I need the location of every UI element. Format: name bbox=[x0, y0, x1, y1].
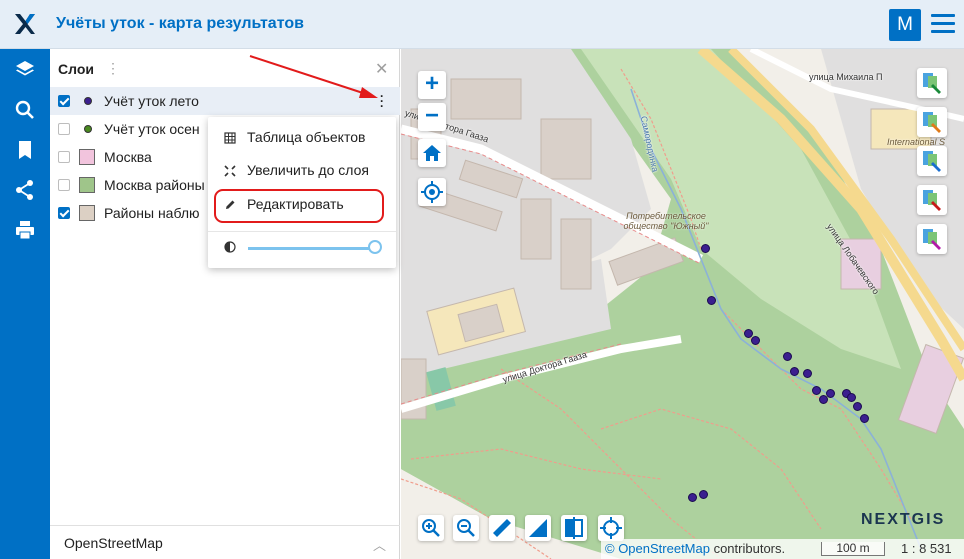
identify-icon bbox=[923, 73, 941, 94]
map-tool-button[interactable] bbox=[917, 68, 947, 98]
polygon-symbol-icon bbox=[79, 149, 95, 165]
layers-panel-header: Слои ⋮ ✕ bbox=[50, 49, 400, 87]
hamburger-menu-icon[interactable] bbox=[931, 14, 955, 34]
opacity-slider-handle[interactable] bbox=[368, 240, 382, 254]
zoom-to-extent-icon bbox=[224, 165, 236, 177]
menu-item-zoom-to-layer[interactable]: Увеличить до слоя bbox=[208, 156, 396, 186]
layer-label: Учёт уток осен bbox=[104, 121, 200, 137]
crosshair-icon bbox=[421, 181, 443, 203]
measure-distance-button[interactable] bbox=[489, 515, 515, 541]
left-toolbar bbox=[0, 49, 50, 559]
locate-button[interactable] bbox=[418, 178, 446, 206]
divider bbox=[208, 231, 396, 232]
layer-label: Районы наблю bbox=[104, 205, 200, 221]
map-attribution: © OpenStreetMap contributors. 100 m 1 : … bbox=[601, 539, 964, 559]
identify-icon bbox=[923, 112, 941, 133]
attribution-suffix: contributors. bbox=[709, 541, 786, 556]
bookmark-icon[interactable] bbox=[13, 138, 37, 162]
attribution-text: © OpenStreetMap contributors. bbox=[605, 541, 785, 556]
duck-point[interactable] bbox=[783, 352, 792, 361]
map-tool-button[interactable] bbox=[917, 146, 947, 176]
street-label: улица Михаила П bbox=[809, 72, 883, 82]
zoom-in-button[interactable]: + bbox=[418, 71, 446, 99]
menu-item-label: Увеличить до слоя bbox=[247, 162, 369, 178]
scale-bar: 100 m bbox=[821, 542, 885, 556]
polygon-symbol-icon bbox=[79, 205, 95, 221]
search-icon[interactable] bbox=[13, 98, 37, 122]
nextgis-logo-icon[interactable] bbox=[13, 12, 37, 36]
area-ruler-icon bbox=[529, 519, 547, 537]
basemap-selector[interactable]: OpenStreetMap ︿ bbox=[50, 525, 400, 559]
swipe-button[interactable] bbox=[561, 515, 587, 541]
ruler-icon bbox=[493, 519, 511, 537]
app-title: Учёты уток - карта результатов bbox=[56, 15, 304, 32]
zoom-out-icon bbox=[457, 519, 475, 537]
duck-point[interactable] bbox=[790, 367, 799, 376]
map-view[interactable]: улица Доктора Гааза улица Доктора Гааза … bbox=[401, 49, 964, 559]
chevron-up-icon[interactable]: ︿ bbox=[373, 535, 386, 554]
map-tool-button[interactable] bbox=[917, 107, 947, 137]
scale-ratio: 1 : 8 531 bbox=[901, 541, 952, 556]
target-icon bbox=[600, 517, 622, 539]
app-header: Учёты уток - карта результатов M bbox=[0, 0, 964, 49]
layer-menu-icon[interactable]: · · · bbox=[380, 90, 384, 112]
opacity-icon bbox=[224, 241, 236, 253]
poi-label: Потребительское общество "Южный" bbox=[623, 211, 709, 231]
layer-checkbox[interactable] bbox=[58, 207, 70, 219]
duck-point[interactable] bbox=[707, 296, 716, 305]
measure-area-button[interactable] bbox=[525, 515, 551, 541]
duck-point[interactable] bbox=[751, 336, 760, 345]
menu-item-attribute-table[interactable]: Таблица объектов bbox=[208, 123, 396, 153]
nextgis-brand-logo: NEXTGIS bbox=[861, 511, 946, 528]
layer-checkbox[interactable] bbox=[58, 95, 70, 107]
duck-point[interactable] bbox=[860, 414, 869, 423]
duck-point[interactable] bbox=[826, 389, 835, 398]
map-tool-button[interactable] bbox=[917, 185, 947, 215]
print-icon[interactable] bbox=[13, 218, 37, 242]
layers-icon[interactable] bbox=[13, 58, 37, 82]
home-icon bbox=[423, 145, 441, 161]
osm-attribution-link[interactable]: © OpenStreetMap bbox=[605, 541, 710, 556]
table-icon bbox=[224, 132, 236, 144]
share-icon[interactable] bbox=[13, 178, 37, 202]
menu-item-label: Таблица объектов bbox=[247, 129, 366, 145]
layer-label: Учёт уток лето bbox=[104, 93, 199, 109]
duck-point[interactable] bbox=[812, 386, 821, 395]
polygon-symbol-icon bbox=[79, 177, 95, 193]
basemap-label: OpenStreetMap bbox=[64, 535, 163, 551]
zoom-in-tool-button[interactable] bbox=[418, 515, 444, 541]
layer-row[interactable]: Учёт уток лето · · · bbox=[50, 87, 400, 115]
opacity-slider[interactable] bbox=[248, 247, 376, 250]
layer-checkbox[interactable] bbox=[58, 123, 70, 135]
edit-highlight-frame bbox=[214, 189, 384, 223]
layer-checkbox[interactable] bbox=[58, 151, 70, 163]
layers-panel-title: Слои bbox=[58, 61, 94, 77]
zoom-out-tool-button[interactable] bbox=[453, 515, 479, 541]
zoom-in-icon bbox=[422, 519, 440, 537]
layer-label: Москва районы bbox=[104, 177, 205, 193]
point-symbol-icon bbox=[84, 125, 92, 133]
panel-options-icon[interactable]: ⋮ bbox=[106, 61, 120, 75]
duck-point[interactable] bbox=[699, 490, 708, 499]
map-basemap bbox=[401, 49, 964, 559]
close-icon[interactable]: ✕ bbox=[375, 59, 388, 79]
identify-icon bbox=[923, 151, 941, 172]
coordinates-button[interactable] bbox=[598, 515, 624, 541]
zoom-out-button[interactable]: − bbox=[418, 103, 446, 131]
layer-label: Москва bbox=[104, 149, 152, 165]
duck-point[interactable] bbox=[803, 369, 812, 378]
layer-checkbox[interactable] bbox=[58, 179, 70, 191]
point-symbol-icon bbox=[84, 97, 92, 105]
user-avatar-button[interactable]: M bbox=[889, 9, 921, 41]
swipe-icon bbox=[565, 517, 583, 539]
identify-icon bbox=[923, 190, 941, 211]
layer-context-menu: Таблица объектов Увеличить до слоя Редак… bbox=[208, 117, 396, 268]
duck-point[interactable] bbox=[688, 493, 697, 502]
duck-point[interactable] bbox=[701, 244, 710, 253]
identify-icon bbox=[923, 229, 941, 250]
duck-point[interactable] bbox=[853, 402, 862, 411]
map-tool-button[interactable] bbox=[917, 224, 947, 254]
home-extent-button[interactable] bbox=[418, 139, 446, 167]
duck-point[interactable] bbox=[847, 393, 856, 402]
